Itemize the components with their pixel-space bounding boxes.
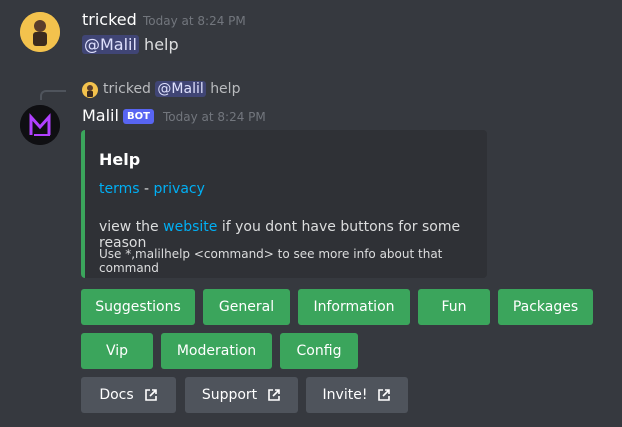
information-button[interactable]: Information xyxy=(298,289,410,325)
moderation-button[interactable]: Moderation xyxy=(161,333,272,369)
invite-button[interactable]: Invite! xyxy=(306,377,408,413)
message-content: @Malil help xyxy=(82,35,179,54)
general-button[interactable]: General xyxy=(203,289,290,325)
fun-button[interactable]: Fun xyxy=(418,289,490,325)
terms-link[interactable]: terms xyxy=(99,181,140,197)
message-timestamp: Today at 8:24 PM xyxy=(143,14,246,28)
suggestions-button[interactable]: Suggestions xyxy=(81,289,195,325)
docs-button[interactable]: Docs xyxy=(81,377,176,413)
reply-connector xyxy=(40,90,66,100)
support-button-label: Support xyxy=(201,387,258,403)
embed-card: Help terms - privacy view the website if… xyxy=(81,130,487,278)
vip-button[interactable]: Vip xyxy=(81,333,153,369)
privacy-link[interactable]: privacy xyxy=(154,181,205,197)
reply-avatar xyxy=(82,82,98,98)
avatar-tricked[interactable] xyxy=(20,12,60,52)
website-line-prefix: view the xyxy=(99,219,159,235)
packages-button[interactable]: Packages xyxy=(498,289,593,325)
bot-tag: BOT xyxy=(123,109,154,124)
embed-title: Help xyxy=(99,150,141,169)
config-button[interactable]: Config xyxy=(280,333,358,369)
reply-text: help xyxy=(210,81,241,97)
user-mention[interactable]: @Malil xyxy=(82,35,139,54)
link-separator: - xyxy=(144,181,150,197)
external-link-icon xyxy=(268,389,280,401)
message-text: help xyxy=(144,35,179,54)
support-button[interactable]: Support xyxy=(185,377,298,413)
avatar-malil[interactable] xyxy=(20,105,60,145)
message-timestamp-bot: Today at 8:24 PM xyxy=(163,110,266,124)
reply-preview[interactable]: tricked @Malil help xyxy=(103,81,240,97)
reply-mention[interactable]: @Malil xyxy=(155,81,206,97)
website-link[interactable]: website xyxy=(163,219,217,235)
embed-links: terms - privacy xyxy=(99,181,205,197)
external-link-icon xyxy=(378,389,391,401)
message-username[interactable]: tricked xyxy=(82,10,137,29)
reply-username[interactable]: tricked xyxy=(103,81,151,97)
embed-help-hint: Use *,malilhelp <command> to see more in… xyxy=(99,247,443,275)
docs-button-label: Docs xyxy=(99,387,134,403)
message-username-bot[interactable]: Malil xyxy=(82,106,119,125)
external-link-icon xyxy=(144,389,157,401)
invite-button-label: Invite! xyxy=(322,387,368,403)
